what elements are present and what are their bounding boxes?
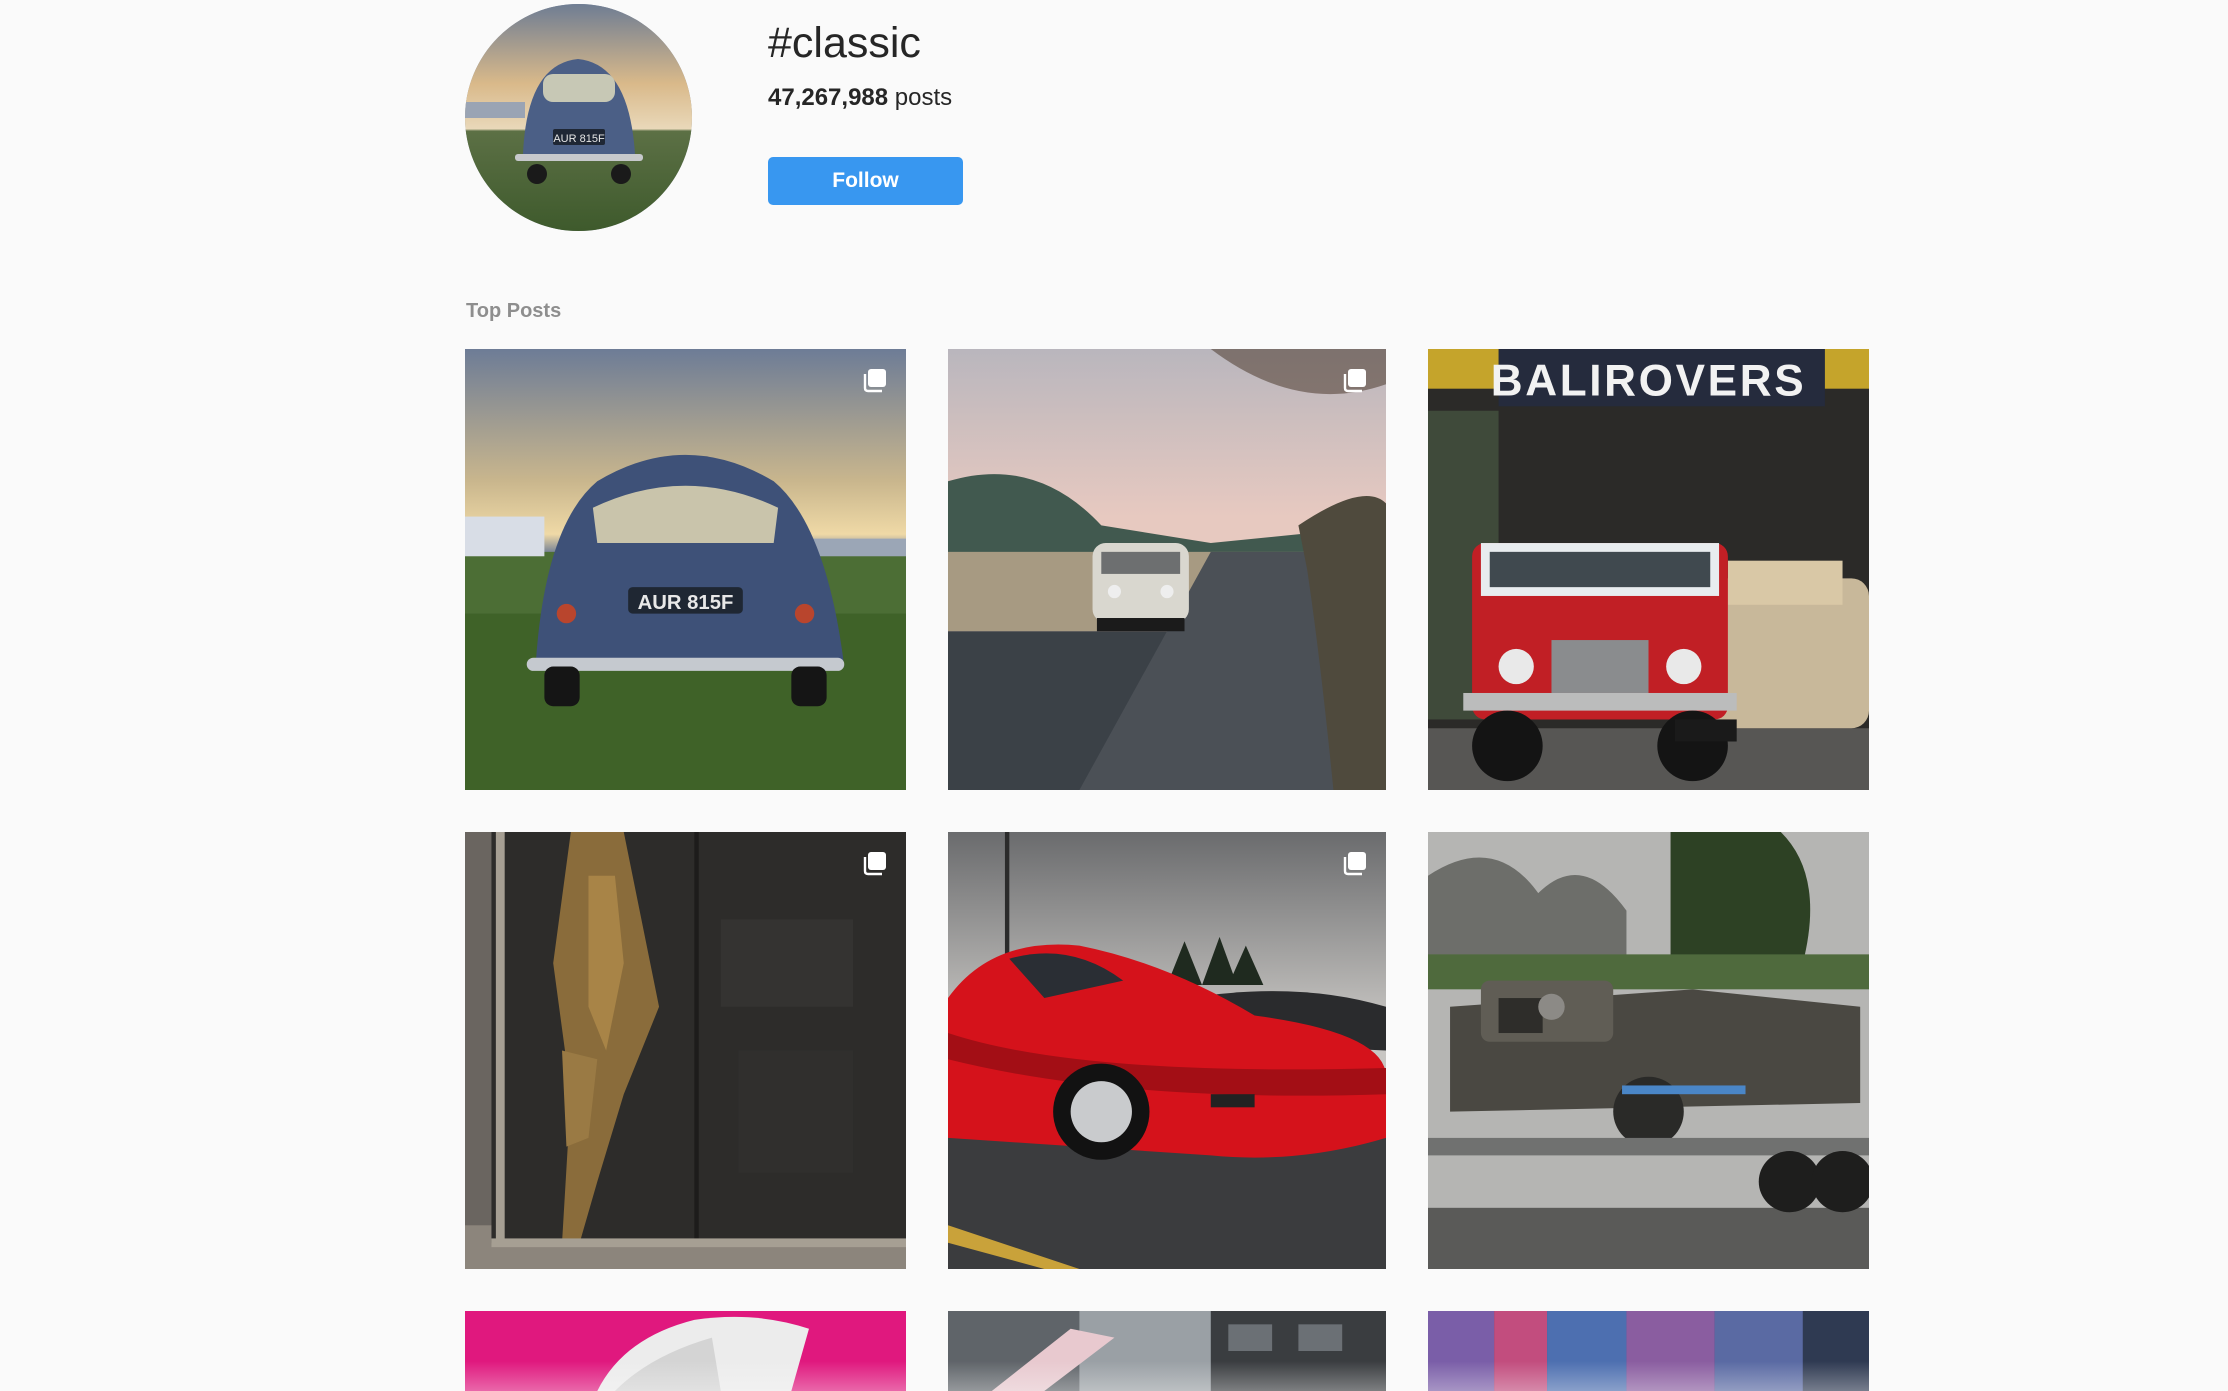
top-posts-heading: Top Posts <box>466 300 562 322</box>
carousel-icon <box>862 850 888 876</box>
post-tile-2[interactable] <box>948 349 1386 790</box>
post-tile-3[interactable]: BALIROVERS <box>1428 349 1869 790</box>
post-tile-8[interactable] <box>948 1311 1386 1391</box>
post-tile-9[interactable] <box>1428 1311 1869 1391</box>
post-image-blue-car: AUR 815F <box>465 349 906 790</box>
post-tile-4[interactable] <box>465 832 906 1269</box>
post-image-metal-art-panel <box>465 832 906 1269</box>
post-image-sneaker <box>465 1311 906 1391</box>
post-image-street <box>948 1311 1386 1391</box>
carousel-icon <box>1342 850 1368 876</box>
svg-text:BALIROVERS: BALIROVERS <box>1491 356 1807 405</box>
post-tile-7[interactable] <box>465 1311 906 1391</box>
post-image-red-sports-car <box>948 832 1386 1269</box>
hashtag-avatar: AUR 815F <box>465 4 692 231</box>
post-tile-6[interactable] <box>1428 832 1869 1269</box>
post-image-rusty-offroad-trailer <box>1428 832 1869 1269</box>
carousel-icon <box>862 367 888 393</box>
post-count-number: 47,267,988 <box>768 84 889 111</box>
post-tile-1[interactable]: AUR 815F <box>465 349 906 790</box>
post-tile-5[interactable] <box>948 832 1386 1269</box>
post-count: 47,267,988 posts <box>768 84 952 112</box>
post-image-red-offroad: BALIROVERS <box>1428 349 1869 790</box>
carousel-icon <box>1342 367 1368 393</box>
svg-text:AUR 815F: AUR 815F <box>638 592 734 614</box>
post-image-vintage-van <box>948 349 1386 790</box>
post-image-mural <box>1428 1311 1869 1391</box>
follow-button[interactable]: Follow <box>768 157 963 205</box>
svg-text:AUR 815F: AUR 815F <box>553 133 605 145</box>
hashtag-title: #classic <box>768 19 921 67</box>
post-count-suffix: posts <box>894 84 953 111</box>
